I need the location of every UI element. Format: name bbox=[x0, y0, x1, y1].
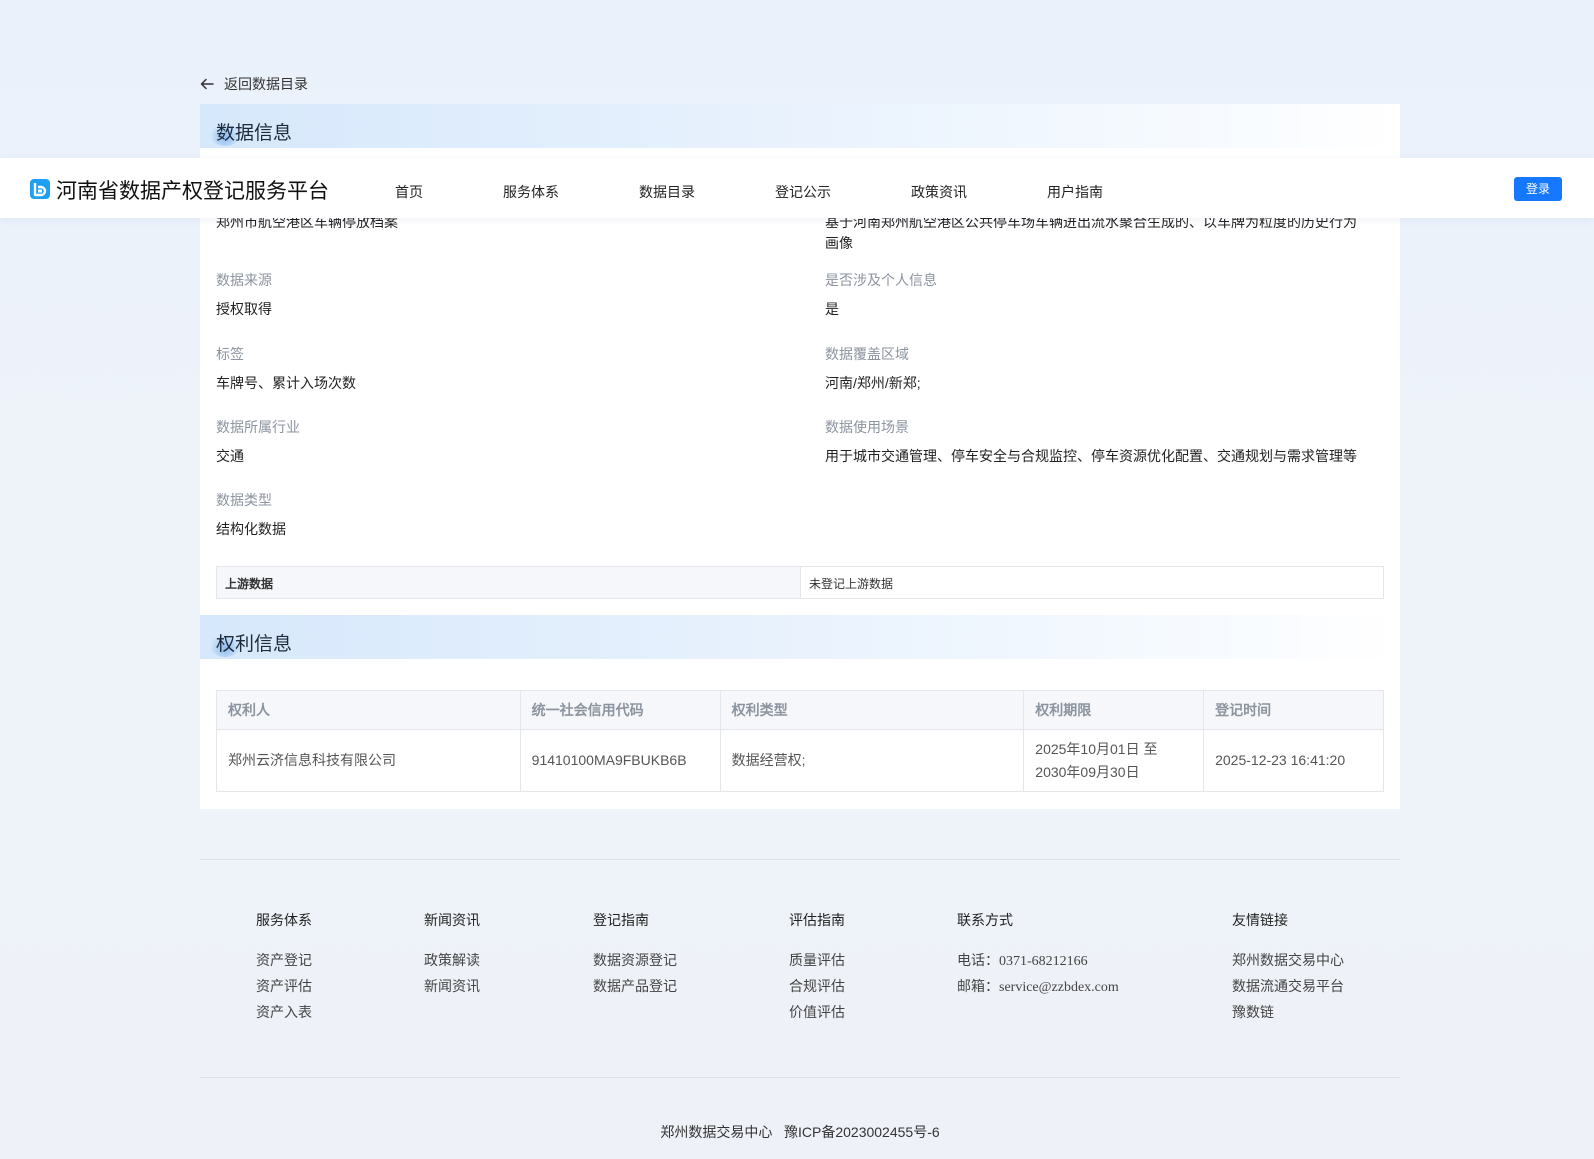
footer-link-yushulian[interactable]: 豫数链 bbox=[1232, 1002, 1344, 1028]
footer-col-evaluate-guide: 评估指南 质量评估 合规评估 价值评估 bbox=[789, 910, 845, 1028]
footer-col-title: 友情链接 bbox=[1232, 912, 1288, 928]
nav-service-system[interactable]: 服务体系 bbox=[503, 182, 559, 202]
field-label: 数据来源 bbox=[216, 272, 272, 288]
right-type-cell: 数据经营权; bbox=[719, 729, 1025, 792]
nav-user-guide[interactable]: 用户指南 bbox=[1047, 182, 1103, 202]
footer-link-compliance[interactable]: 合规评估 bbox=[789, 976, 845, 1002]
field-tags: 标签 车牌号、累计入场次数 bbox=[216, 344, 776, 394]
footer-col-links: 友情链接 郑州数据交易中心 数据流通交易平台 豫数链 bbox=[1232, 910, 1344, 1028]
footer-col-service: 服务体系 资产登记 资产评估 资产入表 bbox=[256, 910, 312, 1028]
data-info-header: 数据信息 bbox=[200, 104, 1400, 148]
footer-link-asset-register[interactable]: 资产登记 bbox=[256, 950, 312, 976]
field-value: 基于河南郑州航空港区公共停车场车辆进出流水聚合生成的、以车牌为粒度的历史行为 画像 bbox=[825, 214, 1357, 251]
field-label: 数据使用场景 bbox=[825, 419, 909, 435]
footer-col-title: 登记指南 bbox=[593, 912, 649, 928]
nav-home[interactable]: 首页 bbox=[395, 182, 423, 202]
field-personal-info: 是否涉及个人信息 是 bbox=[825, 270, 1385, 320]
field-label: 标签 bbox=[216, 346, 244, 362]
field-value: 河南/郑州/新郑; bbox=[825, 375, 921, 391]
footer-link-policy[interactable]: 政策解读 bbox=[424, 950, 480, 976]
rights-info-header: 权利信息 bbox=[200, 615, 1400, 659]
field-value: 是 bbox=[825, 301, 839, 317]
footer-link-trade-platform[interactable]: 数据流通交易平台 bbox=[1232, 976, 1344, 1002]
field-value: 用于城市交通管理、停车安全与合规监控、停车资源优化配置、交通规划与需求管理等 bbox=[825, 448, 1357, 464]
login-button[interactable]: 登录 bbox=[1514, 177, 1562, 201]
field-label: 数据覆盖区域 bbox=[825, 346, 909, 362]
column-header: 权利人 bbox=[216, 690, 521, 730]
field-label: 是否涉及个人信息 bbox=[825, 272, 937, 288]
footer-col-register-guide: 登记指南 数据资源登记 数据产品登记 bbox=[593, 910, 677, 1002]
upstream-data-table: 上游数据 未登记上游数据 bbox=[216, 566, 1384, 599]
column-header: 统一社会信用代码 bbox=[519, 690, 721, 730]
credit-code-cell: 91410100MA9FBUKB6B bbox=[519, 729, 721, 792]
footer-email: 邮箱：service@zzbdex.com bbox=[957, 978, 1119, 995]
back-label: 返回数据目录 bbox=[224, 76, 308, 92]
footer-link-value[interactable]: 价值评估 bbox=[789, 1002, 845, 1028]
nav-policy-news[interactable]: 政策资讯 bbox=[911, 182, 967, 202]
right-period-cell: 2025年10月01日 至 2030年09月30日 bbox=[1023, 729, 1205, 792]
footer-link-news[interactable]: 新闻资讯 bbox=[424, 976, 480, 1002]
footer-link-quality[interactable]: 质量评估 bbox=[789, 950, 845, 976]
footer-divider-top bbox=[200, 859, 1400, 860]
field-coverage-area: 数据覆盖区域 河南/郑州/新郑; bbox=[825, 344, 1385, 394]
footer-link-product-register[interactable]: 数据产品登记 bbox=[593, 976, 677, 1002]
footer-col-title: 服务体系 bbox=[256, 912, 312, 928]
footer-link-asset-booking[interactable]: 资产入表 bbox=[256, 1002, 312, 1028]
register-time-cell: 2025-12-23 16:41:20 bbox=[1203, 729, 1384, 792]
field-label: 数据类型 bbox=[216, 492, 272, 508]
arrow-left-icon bbox=[200, 78, 214, 90]
data-info-title: 数据信息 bbox=[216, 123, 293, 144]
footer-link-asset-evaluate[interactable]: 资产评估 bbox=[256, 976, 312, 1002]
top-navbar: 河南省数据产权登记服务平台 首页 服务体系 数据目录 登记公示 政策资讯 用户指… bbox=[0, 158, 1594, 218]
footer-col-contact: 联系方式 电话：0371-68212166 邮箱：service@zzbdex.… bbox=[957, 910, 1119, 1002]
field-value: 交通 bbox=[216, 448, 244, 464]
field-value: 结构化数据 bbox=[216, 521, 286, 537]
footer-col-news: 新闻资讯 政策解读 新闻资讯 bbox=[424, 910, 480, 1002]
rights-info-title: 权利信息 bbox=[216, 634, 293, 655]
field-value: 车牌号、累计入场次数 bbox=[216, 375, 356, 391]
back-to-catalog-link[interactable]: 返回数据目录 bbox=[200, 74, 308, 94]
field-data-source: 数据来源 授权取得 bbox=[216, 270, 776, 320]
footer-phone: 电话：0371-68212166 bbox=[957, 952, 1088, 969]
footer-divider-bottom bbox=[200, 1077, 1400, 1078]
field-value: 授权取得 bbox=[216, 301, 272, 317]
footer-col-title: 评估指南 bbox=[789, 912, 845, 928]
nav-data-catalog[interactable]: 数据目录 bbox=[639, 182, 695, 202]
field-label: 数据所属行业 bbox=[216, 419, 300, 435]
holder-cell: 郑州云济信息科技有限公司 bbox=[216, 729, 521, 792]
rights-info-card: 权利信息 权利人 统一社会信用代码 权利类型 权利期限 登记时间 郑州云济信息科… bbox=[200, 615, 1400, 809]
column-header: 权利类型 bbox=[719, 690, 1025, 730]
platform-logo-icon bbox=[30, 179, 50, 199]
field-use-scenario: 数据使用场景 用于城市交通管理、停车安全与合规监控、停车资源优化配置、交通规划与… bbox=[825, 417, 1385, 467]
column-header: 登记时间 bbox=[1203, 690, 1384, 730]
rights-table: 权利人 统一社会信用代码 权利类型 权利期限 登记时间 郑州云济信息科技有限公司… bbox=[216, 690, 1384, 792]
footer-link-zzbdex[interactable]: 郑州数据交易中心 bbox=[1232, 950, 1344, 976]
field-industry: 数据所属行业 交通 bbox=[216, 417, 776, 467]
upstream-label: 上游数据 bbox=[217, 567, 801, 598]
upstream-value: 未登记上游数据 bbox=[809, 577, 894, 591]
column-header: 权利期限 bbox=[1023, 690, 1205, 730]
footer-col-title: 新闻资讯 bbox=[424, 912, 480, 928]
field-data-type: 数据类型 结构化数据 bbox=[216, 490, 776, 540]
footer-copyright: 郑州数据交易中心 豫ICP备2023002455号-6 bbox=[660, 1124, 940, 1140]
footer-link-resource-register[interactable]: 数据资源登记 bbox=[593, 950, 677, 976]
table-header-row: 权利人 统一社会信用代码 权利类型 权利期限 登记时间 bbox=[216, 690, 1384, 730]
platform-name: 河南省数据产权登记服务平台 bbox=[56, 180, 329, 203]
footer-col-title: 联系方式 bbox=[957, 912, 1013, 928]
nav-registration-notice[interactable]: 登记公示 bbox=[775, 182, 831, 202]
table-row: 郑州云济信息科技有限公司 91410100MA9FBUKB6B 数据经营权; 2… bbox=[216, 729, 1384, 792]
